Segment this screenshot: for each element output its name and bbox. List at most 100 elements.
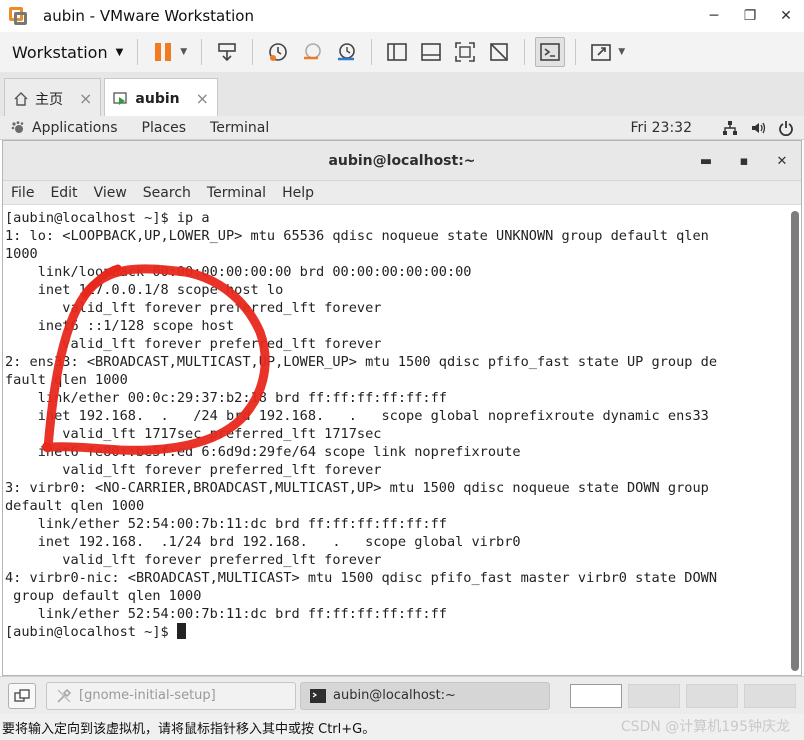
snapshot-manager-icon	[338, 43, 356, 61]
menu-view[interactable]: View	[94, 185, 127, 201]
minimize-button[interactable]: ─	[696, 0, 732, 32]
vm-tab-strip: 主页 × aubin ×	[0, 72, 804, 118]
terminal-maximize-button[interactable]: ▪	[725, 154, 763, 169]
thumbnail-bar-button[interactable]	[416, 37, 446, 67]
toolbar-divider	[252, 39, 254, 65]
tab-label: 主页	[35, 91, 63, 108]
full-screen-button[interactable]	[450, 37, 480, 67]
terminal-line: valid_lft forever preferred_lft forever	[5, 336, 382, 352]
terminal-line: [aubin@localhost ~]$	[5, 623, 788, 641]
terminal-line: group default qlen 1000	[5, 588, 202, 604]
power-icon	[778, 120, 794, 136]
terminal-line: inet 192.168. .1/24 brd 192.168. . scope…	[5, 534, 521, 550]
console-icon	[540, 43, 561, 61]
terminal-line: valid_lft forever preferred_lft forever	[5, 462, 382, 478]
taskbar-item-label: [gnome-initial-setup]	[79, 688, 216, 703]
fullscreen-icon	[455, 42, 476, 62]
workspace-switcher	[564, 683, 796, 708]
tab-aubin[interactable]: aubin ×	[104, 78, 219, 118]
snapshot-button[interactable]	[263, 37, 293, 67]
toolbar-divider	[137, 39, 139, 65]
toolbar-divider	[524, 39, 526, 65]
gnome-foot-icon	[11, 120, 24, 133]
terminal-line: inet6 ::1/128 scope host	[5, 318, 235, 334]
snapshot-manager-button[interactable]	[331, 37, 361, 67]
taskbar-item-gnome-initial-setup[interactable]: [gnome-initial-setup]	[46, 681, 296, 710]
vmware-title-bar: aubin - VMware Workstation ─ ❐ ✕	[0, 0, 804, 32]
gnome-top-bar: Applications Places Terminal Fri 23:32	[0, 116, 804, 140]
terminal-title-bar[interactable]: aubin@localhost:~ ▬ ▪ ✕	[3, 141, 801, 181]
menu-help[interactable]: Help	[282, 185, 314, 201]
terminal-line: inet6 fe80::be5f:ed 6:6d9d:29fe/64 scope…	[5, 444, 521, 460]
toolbar-divider	[575, 39, 577, 65]
show-desktop-icon	[14, 688, 30, 702]
tab-home[interactable]: 主页 ×	[4, 78, 102, 118]
show-desktop-button[interactable]	[8, 682, 36, 709]
workspace-1[interactable]	[570, 683, 622, 708]
sidebar-layout-icon	[387, 43, 408, 61]
home-icon	[13, 91, 29, 107]
library-view-button[interactable]	[382, 37, 412, 67]
chevron-down-icon[interactable]: ▼	[180, 47, 187, 57]
revert-snapshot-icon	[304, 43, 322, 60]
console-view-button[interactable]	[535, 37, 566, 67]
restore-button[interactable]: ❐	[732, 0, 768, 32]
unity-button[interactable]	[484, 37, 514, 67]
menu-file[interactable]: File	[11, 185, 34, 201]
terminal-line: 3: virbr0: <NO-CARRIER,BROADCAST,MULTICA…	[5, 480, 709, 496]
terminal-line: valid_lft forever preferred_lft forever	[5, 552, 382, 568]
vmware-toolbar: Workstation ▼ ▼ ▼	[0, 32, 804, 72]
taskbar-item-label: aubin@localhost:~	[333, 688, 456, 703]
terminal-line: [aubin@localhost ~]$ ip a	[5, 210, 210, 226]
terminal-cursor	[176, 623, 186, 639]
terminal-line: default qlen 1000	[5, 498, 145, 514]
stretch-button[interactable]	[586, 37, 616, 67]
terminal-app-menu[interactable]: Terminal	[210, 120, 269, 136]
terminal-line: valid_lft forever preferred_lft forever	[5, 300, 382, 316]
taskbar-item-terminal[interactable]: aubin@localhost:~	[300, 681, 550, 710]
places-menu[interactable]: Places	[142, 120, 187, 136]
system-tray[interactable]	[710, 120, 794, 136]
terminal-line: link/ether 00:0c:29:37:b2:18 brd ff:ff:f…	[5, 390, 447, 406]
menu-terminal[interactable]: Terminal	[207, 185, 266, 201]
terminal-line: link/ether 52:54:00:7b:11:dc brd ff:ff:f…	[5, 516, 447, 532]
workstation-menu[interactable]: Workstation ▼	[6, 37, 129, 67]
watermark: CSDN @计算机195钟庆龙	[620, 719, 790, 735]
close-icon[interactable]: ×	[79, 89, 92, 108]
terminal-output[interactable]: [aubin@localhost ~]$ ip a 1: lo: <LOOPBAC…	[3, 207, 790, 677]
terminal-line: 1000	[5, 246, 38, 262]
scrollbar-thumb[interactable]	[791, 211, 799, 671]
terminal-scrollbar[interactable]	[791, 211, 799, 671]
terminal-line: 4: virbr0-nic: <BROADCAST,MULTICAST> mtu…	[5, 570, 718, 586]
terminal-minimize-button[interactable]: ▬	[687, 154, 725, 169]
applications-menu[interactable]: Applications	[10, 120, 118, 136]
workstation-menu-label: Workstation	[12, 42, 108, 62]
send-to-vm-button[interactable]	[212, 37, 242, 67]
terminal-title: aubin@localhost:~	[328, 152, 476, 169]
clock[interactable]: Fri 23:32	[631, 120, 692, 136]
terminal-line: inet 192.168. . /24 brd 192.168. . scope…	[5, 408, 709, 424]
workspace-2[interactable]	[628, 683, 680, 708]
pause-icon	[154, 43, 172, 61]
pause-button[interactable]	[148, 37, 178, 67]
revert-snapshot-button[interactable]	[297, 37, 327, 67]
applications-label: Applications	[32, 119, 118, 136]
chevron-down-icon[interactable]: ▼	[618, 47, 625, 57]
close-icon[interactable]: ×	[196, 89, 209, 108]
close-button[interactable]: ✕	[768, 0, 804, 32]
terminal-close-button[interactable]: ✕	[763, 154, 801, 169]
stretch-icon	[591, 44, 612, 61]
chevron-down-icon: ▼	[115, 46, 124, 58]
terminal-app-label: Terminal	[210, 119, 270, 136]
menu-search[interactable]: Search	[143, 185, 191, 201]
terminal-line: inet 127.0.0.1/8 scope host lo	[5, 282, 284, 298]
terminal-window[interactable]: aubin@localhost:~ ▬ ▪ ✕ File Edit View S…	[2, 140, 802, 676]
terminal-line: link/loopback 00:00:00:00:00:00 brd 00:0…	[5, 264, 472, 280]
unity-icon	[490, 43, 509, 61]
workspace-3[interactable]	[686, 683, 738, 708]
toolbar-divider	[371, 39, 373, 65]
menu-edit[interactable]: Edit	[50, 185, 77, 201]
workspace-4[interactable]	[744, 683, 796, 708]
vm-running-icon	[113, 91, 129, 107]
terminal-line: 2: ens33: <BROADCAST,MULTICAST,UP,LOWER_…	[5, 354, 718, 370]
